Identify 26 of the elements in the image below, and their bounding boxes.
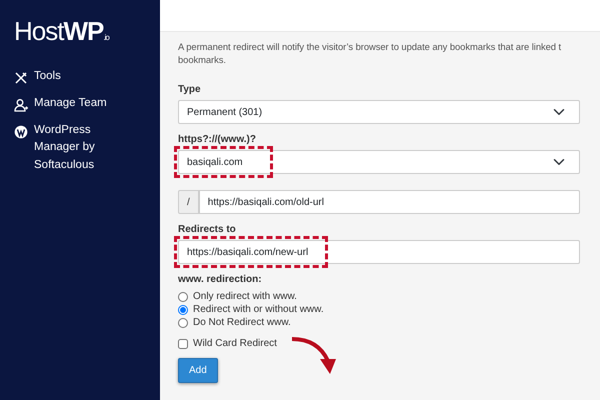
sidebar-item[interactable]: Manage Team xyxy=(14,94,160,113)
domain-select[interactable]: basiqali.com xyxy=(178,150,580,174)
sidebar-item[interactable]: Tools xyxy=(14,68,160,86)
add-button[interactable]: Add xyxy=(178,358,218,383)
field-label: https?://(www.)? xyxy=(178,133,257,147)
wordpress-icon xyxy=(14,124,28,139)
checkbox[interactable] xyxy=(178,338,188,348)
radio-button[interactable] xyxy=(178,318,188,328)
description-text: bookmarks. xyxy=(178,53,226,66)
field-label: www. redirection: xyxy=(178,273,263,287)
path-input[interactable]: https://basiqali.com/old-url xyxy=(198,190,580,214)
option-label: Only redirect with www. xyxy=(193,290,297,303)
field-label: Type xyxy=(178,83,202,97)
users-icon xyxy=(14,98,28,112)
prefix-label: / xyxy=(178,190,199,214)
field-label: Redirects to xyxy=(178,223,237,237)
tools-icon xyxy=(14,71,28,85)
description-text: A permanent redirect will notify the visitor’s browser to update any bookmarks that are linked t xyxy=(178,40,562,53)
option-label: Do Not Redirect www. xyxy=(193,316,291,329)
radio-button[interactable] xyxy=(178,304,188,314)
radio-button[interactable] xyxy=(178,292,188,302)
type-select[interactable]: Permanent (301) xyxy=(178,100,580,124)
checkbox-label: Wild Card Redirect xyxy=(193,337,277,350)
redirect-input[interactable]: https://basiqali.com/new-url xyxy=(178,240,580,264)
sidebar-item[interactable]: WordPress Manager by Softaculous xyxy=(14,122,124,176)
option-label: Redirect with or without www. xyxy=(193,303,324,316)
